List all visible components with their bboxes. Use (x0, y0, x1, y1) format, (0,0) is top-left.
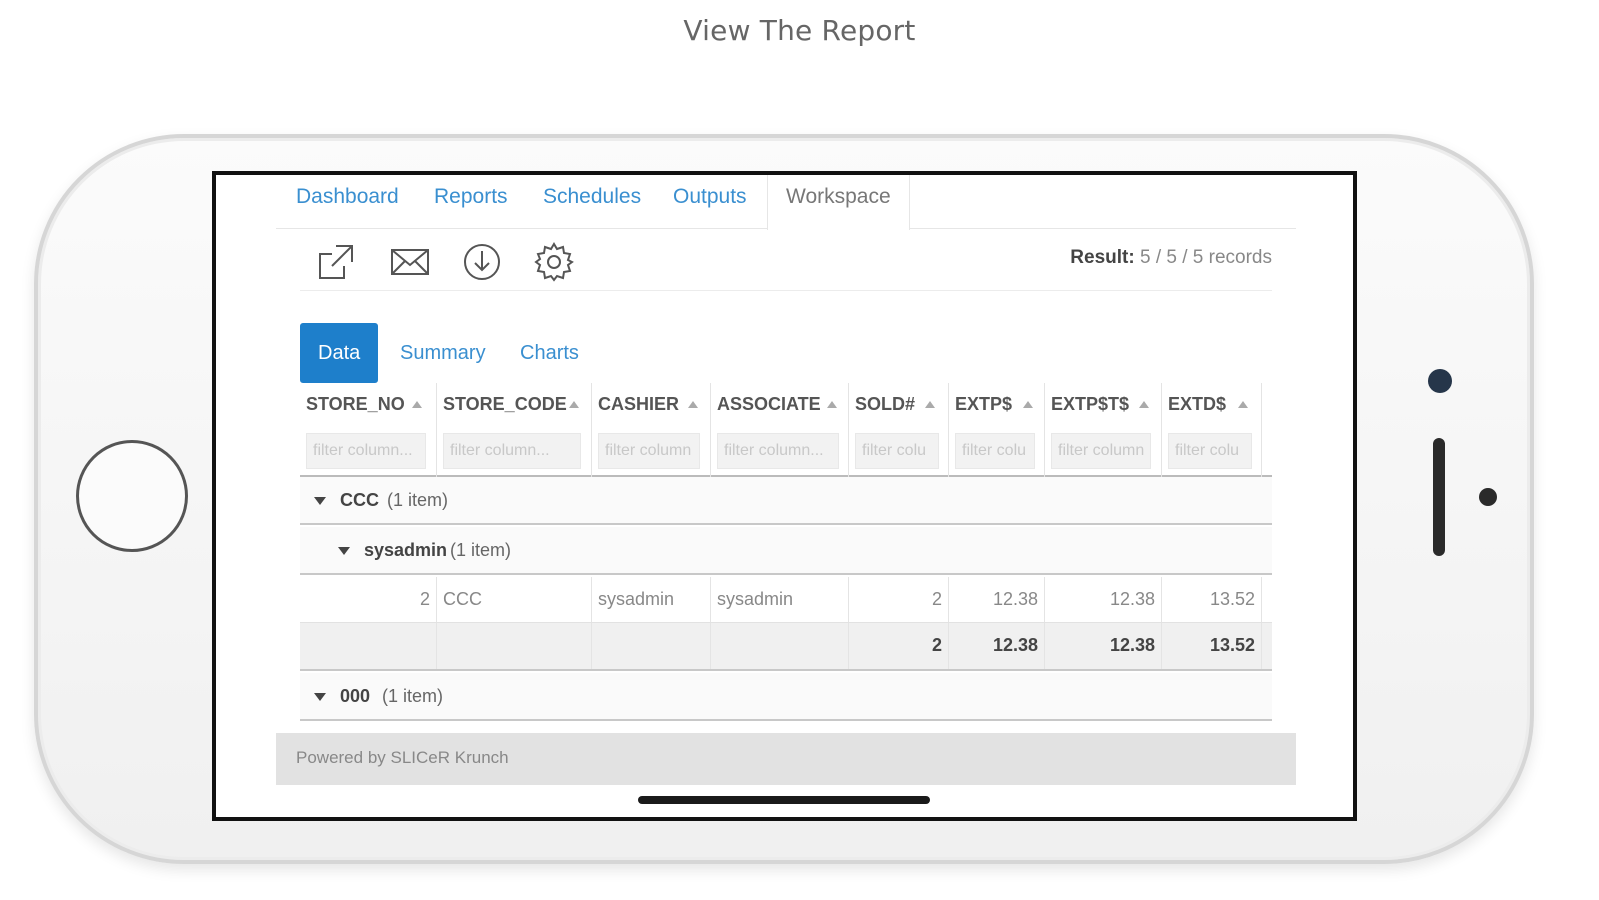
cell-extp: 12.38 (949, 577, 1045, 622)
tab-data[interactable]: Data (300, 323, 379, 383)
nav-schedules[interactable]: Schedules (543, 185, 641, 209)
group-total-row: 2 12.38 12.38 13.52 (300, 623, 1272, 671)
sensor-dot (1479, 488, 1497, 506)
cell-store-code: CCC (437, 577, 592, 622)
sort-icon[interactable] (569, 401, 579, 408)
column-label: EXTD$ (1168, 394, 1227, 414)
cell-sold: 2 (849, 577, 949, 622)
total-extp: 12.38 (949, 623, 1045, 669)
column-label: SOLD# (855, 394, 916, 414)
filter-input[interactable]: filter colu (955, 433, 1035, 469)
report-toolbar: Result: 5 / 5 / 5 records (300, 235, 1272, 291)
column-header-extp[interactable]: EXTP$ filter colu (949, 383, 1045, 477)
column-label: ASSOCIATE (717, 394, 821, 414)
caret-down-icon[interactable] (314, 693, 326, 701)
column-label: EXTP$T$ (1051, 394, 1130, 414)
group-name: CCC (340, 490, 379, 510)
column-label: STORE_CODE (443, 394, 567, 414)
sort-icon[interactable] (688, 401, 698, 408)
grid-header: STORE_NO filter column... STORE_CODE fil… (300, 383, 1272, 477)
sort-icon[interactable] (1139, 401, 1149, 408)
home-button[interactable] (76, 440, 188, 552)
phone-screen: Dashboard Reports Schedules Outputs Work… (212, 171, 1357, 821)
speaker-slot (1433, 438, 1445, 556)
column-header-extpst[interactable]: EXTP$T$ filter column (1045, 383, 1162, 477)
tab-summary[interactable]: Summary (400, 323, 486, 383)
total-store-code (437, 623, 592, 669)
nav-outputs[interactable]: Outputs (673, 185, 747, 209)
column-header-extd[interactable]: EXTD$ filter colu (1162, 383, 1262, 477)
group-count: (1 item) (450, 540, 512, 560)
caret-down-icon[interactable] (314, 497, 326, 505)
total-extpst: 12.38 (1045, 623, 1162, 669)
group-count: (1 item) (382, 686, 444, 706)
sort-icon[interactable] (827, 401, 837, 408)
cell-extd: 13.52 (1162, 577, 1262, 622)
gear-icon[interactable] (532, 240, 576, 284)
mail-icon[interactable] (388, 240, 432, 284)
column-label: EXTP$ (955, 394, 1013, 414)
result-value: 5 / 5 / 5 records (1139, 247, 1272, 268)
group-name: sysadmin (364, 540, 448, 560)
column-header-associate[interactable]: ASSOCIATE filter column... (711, 383, 849, 477)
group-name: 000 (340, 686, 371, 706)
camera-icon (1428, 369, 1452, 393)
column-label: CASHIER (598, 394, 680, 414)
cell-store-no: 2 (300, 577, 437, 622)
group-count: (1 item) (387, 490, 449, 510)
result-summary: Result: 5 / 5 / 5 records (1070, 247, 1272, 269)
download-icon[interactable] (460, 240, 504, 284)
total-extd: 13.52 (1162, 623, 1262, 669)
total-store-no (300, 623, 437, 669)
total-cashier (592, 623, 711, 669)
filter-input[interactable]: filter colu (855, 433, 939, 469)
total-sold: 2 (849, 623, 949, 669)
page-caption: View The Report (683, 14, 916, 47)
filter-input[interactable]: filter colu (1168, 433, 1252, 469)
total-associate (711, 623, 849, 669)
subgroup-row[interactable]: sysadmin (1 item) (300, 527, 1272, 575)
column-header-store-code[interactable]: STORE_CODE filter column... (437, 383, 592, 477)
cell-extpst: 12.38 (1045, 577, 1162, 622)
nav-workspace[interactable]: Workspace (767, 175, 910, 230)
home-indicator (638, 796, 930, 804)
sort-icon[interactable] (925, 401, 935, 408)
filter-input[interactable]: filter column... (717, 433, 839, 469)
cell-cashier: sysadmin (592, 577, 711, 622)
filter-input[interactable]: filter column... (306, 433, 426, 469)
caret-down-icon[interactable] (338, 547, 350, 555)
group-row[interactable]: 000 (1 item) (300, 673, 1272, 721)
filter-input[interactable]: filter column... (443, 433, 581, 469)
group-row[interactable]: CCC (1 item) (300, 477, 1272, 525)
tab-charts[interactable]: Charts (520, 323, 579, 383)
sort-icon[interactable] (1238, 401, 1248, 408)
column-header-store-no[interactable]: STORE_NO filter column... (300, 383, 437, 477)
filter-input[interactable]: filter column (1051, 433, 1151, 469)
column-label: STORE_NO (306, 394, 405, 414)
column-header-cashier[interactable]: CASHIER filter column (592, 383, 711, 477)
filter-input[interactable]: filter column (598, 433, 700, 469)
sort-icon[interactable] (412, 401, 422, 408)
column-header-sold[interactable]: SOLD# filter colu (849, 383, 949, 477)
external-link-icon[interactable] (314, 240, 358, 284)
powered-by-footer: Powered by SLICeR Krunch (276, 733, 1296, 785)
nav-dashboard[interactable]: Dashboard (296, 185, 399, 209)
table-row[interactable]: 2 CCC sysadmin sysadmin 2 12.38 12.38 13… (300, 577, 1272, 623)
result-label: Result: (1070, 247, 1135, 268)
main-nav: Dashboard Reports Schedules Outputs Work… (276, 175, 1296, 230)
cell-associate: sysadmin (711, 577, 849, 622)
data-grid: STORE_NO filter column... STORE_CODE fil… (300, 383, 1272, 723)
nav-reports[interactable]: Reports (434, 185, 508, 209)
sort-icon[interactable] (1023, 401, 1033, 408)
